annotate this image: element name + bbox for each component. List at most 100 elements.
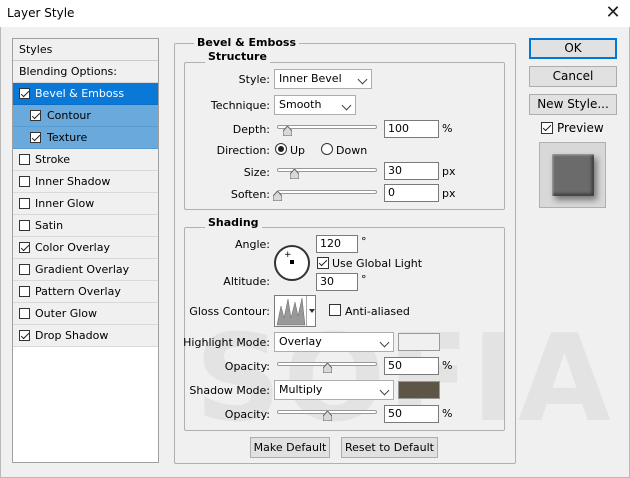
new-style-button[interactable]: New Style... [529, 94, 617, 115]
shadow-mode-select[interactable]: Multiply [274, 380, 394, 400]
technique-select-value: Smooth [279, 98, 322, 111]
depth-label: Depth: [232, 123, 270, 136]
highlight-mode-label: Highlight Mode: [183, 336, 270, 349]
sidebar-item-label: Bevel & Emboss [35, 87, 125, 100]
soften-slider-thumb[interactable] [273, 191, 282, 201]
highlight-mode-select[interactable]: Overlay [274, 332, 394, 352]
altitude-input[interactable]: 30 [316, 273, 358, 291]
sidebar-item[interactable]: Contour [13, 105, 158, 127]
size-slider-thumb[interactable] [290, 169, 299, 179]
soften-slider-track[interactable] [277, 190, 377, 194]
sidebar-item-checkbox[interactable] [19, 286, 30, 297]
sidebar-item[interactable]: Texture [13, 127, 158, 149]
gloss-contour-label: Gloss Contour: [189, 305, 270, 318]
preview-swatch [552, 154, 594, 196]
title-bar [0, 0, 630, 27]
cancel-button[interactable]: Cancel [529, 66, 617, 87]
sidebar-item[interactable]: Stroke [13, 149, 158, 171]
sidebar-item[interactable]: Pattern Overlay [13, 281, 158, 303]
sidebar-item[interactable]: Outer Glow [13, 303, 158, 325]
chevron-down-icon [341, 100, 352, 111]
sidebar-item-checkbox[interactable] [19, 220, 30, 231]
style-label: Style: [238, 73, 270, 86]
sidebar-item[interactable]: Bevel & Emboss [13, 83, 158, 105]
sidebar-item-label: Color Overlay [35, 241, 110, 254]
make-default-button[interactable]: Make Default [250, 437, 330, 458]
anti-aliased-checkbox[interactable] [329, 304, 341, 316]
sidebar-item-checkbox[interactable] [30, 132, 41, 143]
highlight-opacity-slider-thumb[interactable] [323, 363, 332, 373]
highlight-opacity-input[interactable]: 50 [384, 357, 439, 375]
sidebar-item-checkbox[interactable] [19, 198, 30, 209]
direction-down-radio[interactable] [321, 143, 333, 155]
sidebar-item-checkbox[interactable] [19, 308, 30, 319]
sidebar-item-label: Gradient Overlay [35, 263, 130, 276]
sidebar-item-label: Outer Glow [35, 307, 98, 320]
bevel-emboss-title: Bevel & Emboss [194, 36, 299, 49]
sidebar-item-checkbox[interactable] [19, 242, 30, 253]
shading-title: Shading [205, 216, 262, 229]
chevron-down-icon [379, 337, 390, 348]
size-input[interactable]: 30 [384, 162, 439, 180]
sidebar-item[interactable]: Inner Glow [13, 193, 158, 215]
sidebar-item-label: Inner Shadow [35, 175, 111, 188]
preview-label: Preview [557, 121, 604, 135]
altitude-label: Altitude: [223, 275, 270, 288]
preview-checkbox[interactable] [541, 122, 553, 134]
depth-slider-thumb[interactable] [283, 126, 292, 136]
chevron-down-icon [357, 74, 368, 85]
style-select-value: Inner Bevel [279, 72, 342, 85]
sidebar-item-checkbox[interactable] [19, 154, 30, 165]
sidebar-item[interactable]: Color Overlay [13, 237, 158, 259]
angle-unit: ° [361, 235, 367, 248]
depth-input[interactable]: 100 [384, 120, 439, 138]
altitude-unit: ° [361, 273, 367, 286]
sidebar-item-checkbox[interactable] [19, 264, 30, 275]
sidebar-item-label: Contour [47, 109, 91, 122]
sidebar-item-checkbox[interactable] [19, 330, 30, 341]
sidebar-item-label: Texture [47, 131, 88, 144]
shadow-opacity-slider-thumb[interactable] [323, 411, 332, 421]
highlight-opacity-unit: % [442, 359, 453, 372]
shadow-color-swatch[interactable] [398, 381, 440, 399]
sidebar-item[interactable]: Inner Shadow [13, 171, 158, 193]
sidebar-item-label: Stroke [35, 153, 71, 166]
window-title: Layer Style [7, 6, 75, 20]
size-unit: px [442, 165, 456, 178]
close-icon[interactable]: ✕ [600, 2, 626, 24]
soften-label: Soften: [230, 188, 270, 201]
highlight-opacity-label: Opacity: [224, 360, 270, 373]
gloss-contour-picker[interactable] [274, 295, 316, 327]
style-select[interactable]: Inner Bevel [274, 69, 372, 89]
sidebar-item-label: Pattern Overlay [35, 285, 121, 298]
technique-label: Technique: [210, 99, 270, 112]
sidebar-item[interactable]: Blending Options: Custom [13, 61, 158, 99]
direction-up-radio[interactable] [275, 143, 287, 155]
reset-to-default-button[interactable]: Reset to Default [341, 437, 438, 458]
angle-input[interactable]: 120 [316, 235, 358, 253]
ok-button[interactable]: OK [529, 38, 617, 59]
sidebar-item[interactable]: Gradient Overlay [13, 259, 158, 281]
sidebar-item[interactable]: Satin [13, 215, 158, 237]
shadow-mode-value: Multiply [279, 383, 323, 396]
depth-unit: % [442, 122, 453, 135]
depth-slider-track[interactable] [277, 125, 377, 129]
angle-label: Angle: [234, 238, 270, 251]
highlight-color-swatch[interactable] [398, 333, 440, 351]
sidebar-item-checkbox[interactable] [30, 110, 41, 121]
sidebar-item-label: Satin [35, 219, 64, 232]
direction-label: Direction: [216, 144, 270, 157]
technique-select[interactable]: Smooth [274, 95, 356, 115]
sidebar-item-checkbox[interactable] [19, 88, 30, 99]
size-label: Size: [243, 166, 270, 179]
shadow-opacity-input[interactable]: 50 [384, 405, 439, 423]
soften-input[interactable]: 0 [384, 184, 439, 202]
angle-dial[interactable]: + [274, 245, 310, 281]
sidebar-item-checkbox[interactable] [19, 176, 30, 187]
sidebar-item-label: Drop Shadow [35, 329, 109, 342]
soften-unit: px [442, 187, 456, 200]
sidebar-item[interactable]: Drop Shadow [13, 325, 158, 347]
use-global-light-checkbox[interactable] [317, 257, 329, 269]
style-preview-thumbnail [539, 142, 606, 208]
sidebar-header-styles[interactable]: Styles [13, 39, 158, 61]
